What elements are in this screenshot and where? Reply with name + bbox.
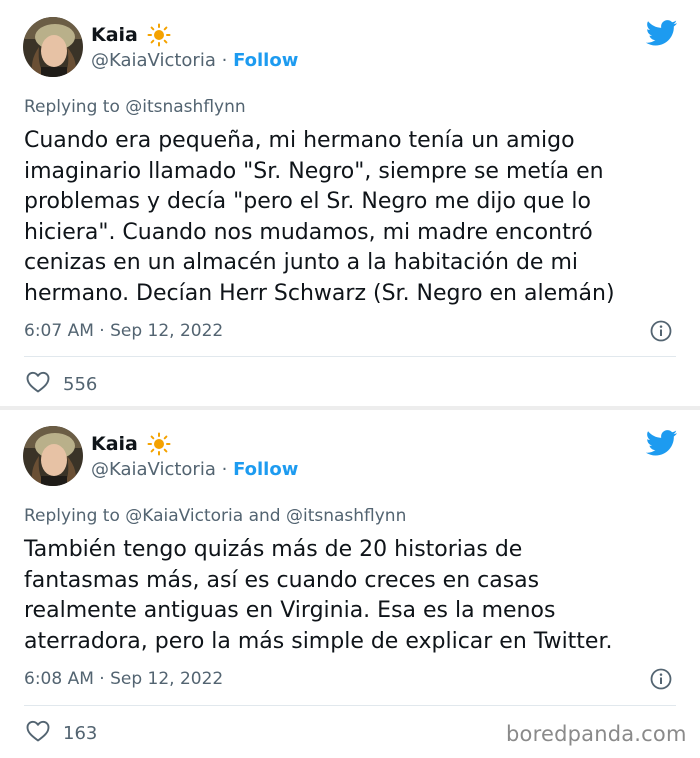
tweet-text: Cuando era pequeña, mi hermano tenía un … [24, 128, 615, 306]
watermark: boredpanda.com [506, 722, 687, 746]
follow-button[interactable]: Follow [233, 50, 298, 71]
like-count: 163 [63, 722, 98, 744]
separator: · [221, 50, 234, 71]
tweet-card: Kaia @KaiaVictoria · Follow Replying to … [0, 0, 700, 406]
like-button[interactable]: 163 [26, 720, 97, 746]
handle-row: @KaiaVictoria · Follow [91, 50, 298, 72]
info-icon[interactable] [650, 320, 672, 342]
like-button[interactable]: 556 [26, 371, 97, 397]
author-name-row: Kaia [91, 432, 171, 456]
like-count: 556 [63, 373, 98, 395]
separator: · [221, 459, 234, 480]
replying-to[interactable]: Replying to @KaiaVictoria and @itsnashfl… [24, 505, 406, 527]
heart-icon[interactable] [26, 371, 50, 397]
heart-icon[interactable] [26, 720, 50, 746]
author-name-row: Kaia [91, 23, 171, 47]
divider [24, 356, 676, 357]
timestamp[interactable]: 6:08 AM · Sep 12, 2022 [24, 668, 223, 690]
display-name[interactable]: Kaia [91, 433, 138, 455]
display-name[interactable]: Kaia [91, 24, 138, 46]
tweet-card: Kaia @KaiaVictoria · Follow Replying to … [0, 410, 700, 758]
twitter-bird-icon[interactable] [645, 20, 678, 46]
handle-row: @KaiaVictoria · Follow [91, 459, 298, 481]
tweet-text: También tengo quizás más de 20 historias… [24, 537, 613, 654]
sun-icon [147, 432, 171, 456]
twitter-bird-icon[interactable] [645, 430, 678, 456]
sun-icon [147, 23, 171, 47]
avatar[interactable] [23, 17, 83, 77]
follow-button[interactable]: Follow [233, 459, 298, 480]
timestamp[interactable]: 6:07 AM · Sep 12, 2022 [24, 320, 223, 342]
info-icon[interactable] [650, 668, 672, 690]
handle[interactable]: @KaiaVictoria [91, 459, 216, 480]
handle[interactable]: @KaiaVictoria [91, 50, 216, 71]
replying-to[interactable]: Replying to @itsnashflynn [24, 96, 246, 118]
divider [24, 705, 676, 706]
avatar[interactable] [23, 426, 83, 486]
